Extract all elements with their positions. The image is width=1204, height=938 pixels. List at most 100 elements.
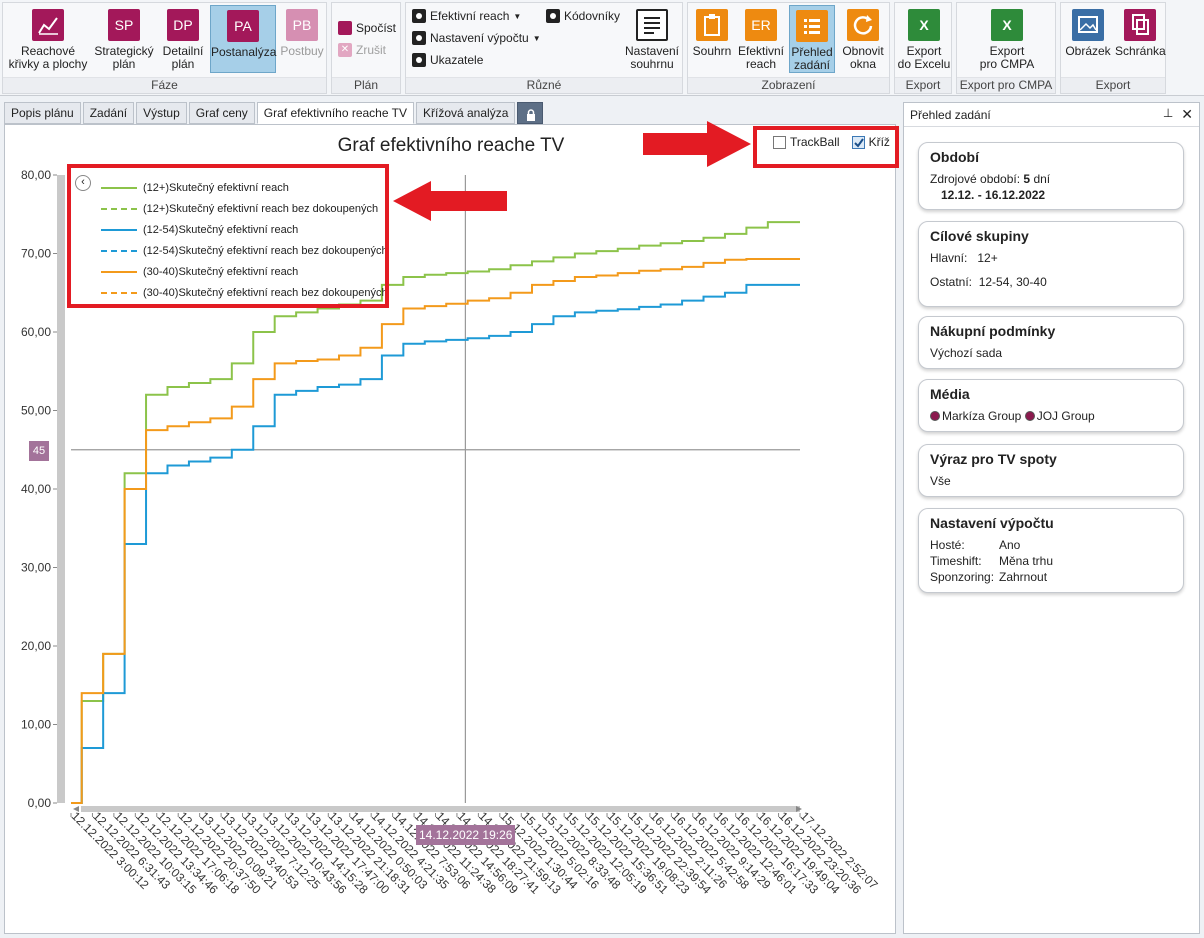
crosshair-x-tag: 14.12.2022 19:26 bbox=[416, 825, 516, 845]
er-icon: ER bbox=[745, 9, 777, 41]
zrusit-button[interactable]: ✕ Zrušit bbox=[338, 43, 386, 57]
card-cilove-skupiny: Cílové skupiny Hlavní: 12+ Ostatní: 12-5… bbox=[918, 221, 1184, 307]
card-nakupni-podminky: Nákupní podmínky Výchozí sada bbox=[918, 316, 1184, 369]
group-export: X Export do Excelu Export bbox=[894, 2, 952, 94]
legend-highlight-box bbox=[67, 164, 389, 308]
y-axis-scrollbar bbox=[57, 175, 65, 803]
tab-graf-efektivniho-reache[interactable]: Graf efektivního reache TV bbox=[256, 102, 414, 124]
spocist-button[interactable]: Spočíst bbox=[338, 21, 396, 35]
y-tick-label: 70,00 bbox=[21, 247, 51, 261]
tab-lock[interactable] bbox=[517, 102, 544, 124]
cilove-ostatni-value: 12-54, 30-40 bbox=[978, 275, 1047, 289]
y-tick-label: 80,00 bbox=[21, 168, 51, 182]
postanalyza-icon: PA bbox=[227, 10, 259, 42]
cancel-icon: ✕ bbox=[338, 43, 352, 57]
obrazek-button[interactable]: Obrázek bbox=[1063, 9, 1113, 58]
nastaveni-souhrnu-button[interactable]: Nastavení souhrnu bbox=[624, 9, 680, 71]
card-media: Média Markíza Group JOJ Group bbox=[918, 379, 1184, 432]
series-line bbox=[71, 221, 800, 804]
lock-icon bbox=[526, 107, 536, 121]
obnovit-okna-button[interactable]: Obnovit okna bbox=[838, 9, 888, 71]
ukazatele-button[interactable]: Ukazatele bbox=[412, 53, 483, 67]
export-cmpa-button[interactable]: X Export pro CMPA bbox=[977, 9, 1037, 71]
excel-icon: X bbox=[991, 9, 1023, 41]
kodovniky-button[interactable]: Kódovníky bbox=[546, 9, 620, 23]
dropdown-arrow-icon: ▼ bbox=[532, 33, 541, 43]
souhrn-label: Souhrn bbox=[692, 44, 732, 58]
group-ruzne: Efektivní reach ▼ Nastavení výpočtu ▼ Ukaz… bbox=[405, 2, 683, 94]
y-tick-label: 10,00 bbox=[21, 718, 51, 732]
overview-header: Přehled zadání ⊥ ✕ bbox=[904, 103, 1199, 127]
media-item: Markíza Group bbox=[942, 409, 1022, 423]
nakupni-value: Výchozí sada bbox=[930, 346, 1003, 360]
obnovit-label2: okna bbox=[849, 57, 877, 71]
efektivni-reach-view-button[interactable]: ER Efektivní reach bbox=[736, 9, 786, 71]
close-icon[interactable]: ✕ bbox=[1181, 106, 1193, 123]
gear-icon bbox=[412, 31, 426, 45]
tab-graf-ceny[interactable]: Graf ceny bbox=[188, 102, 255, 124]
reach-curves-label2: křivky a plochy bbox=[8, 57, 88, 71]
detailed-plan-icon: DP bbox=[167, 9, 199, 41]
dropdown-arrow-icon: ▼ bbox=[513, 11, 522, 21]
kodovniky-label: Kódovníky bbox=[564, 9, 621, 23]
chart-panel: Graf efektivního reache TV 0,00 10,00 20,0… bbox=[4, 121, 899, 934]
strategic-plan-button[interactable]: SP Strategický plán bbox=[93, 9, 155, 71]
media-item: JOJ Group bbox=[1036, 409, 1095, 423]
postbuy-button[interactable]: PB Postbuy bbox=[279, 9, 325, 58]
pin-icon[interactable]: ⊥ bbox=[1163, 106, 1173, 123]
reach-curves-button[interactable]: Reachové křivky a plochy bbox=[5, 9, 91, 71]
tab-vystup[interactable]: Výstup bbox=[136, 102, 187, 124]
media-dot-icon bbox=[1024, 411, 1035, 421]
schranka-button[interactable]: Schránka bbox=[1115, 9, 1166, 58]
y-tick-label: 0,00 bbox=[28, 796, 52, 810]
ribbon: Reachové křivky a plochy SP Strategický … bbox=[0, 0, 1204, 96]
nastaveni-value: Měna trhu bbox=[999, 554, 1054, 568]
detailed-label2: plán bbox=[171, 57, 195, 71]
y-tick-label: 30,00 bbox=[21, 561, 51, 575]
tab-krizova-analyza[interactable]: Křížová analýza bbox=[415, 102, 516, 124]
nastaveni-row: Sponzoring: Zahrnout bbox=[930, 569, 1172, 585]
prehled-zadani-button[interactable]: Přehled zadání bbox=[789, 5, 835, 73]
group-export2-label: Export bbox=[1061, 77, 1165, 93]
detailed-plan-button[interactable]: DP Detailní plán bbox=[158, 9, 208, 71]
tab-popis-planu[interactable]: Popis plánu bbox=[4, 102, 81, 124]
crosshair-y-tag: 45 bbox=[29, 441, 49, 461]
excel-icon: X bbox=[908, 9, 940, 41]
cilove-ostatni-label: Ostatní: bbox=[930, 275, 973, 289]
postbuy-icon: PB bbox=[286, 9, 318, 41]
obdobi-days-unit: dní bbox=[1033, 172, 1051, 186]
cilove-ostatni-row: Ostatní: 12-54, 30-40 bbox=[930, 274, 1172, 290]
nastaveni-value: Zahrnout bbox=[999, 570, 1048, 584]
media-list: Markíza Group JOJ Group bbox=[930, 408, 1172, 424]
nastaveni-row: Timeshift: Měna trhu bbox=[930, 553, 1172, 569]
souhrn-button[interactable]: Souhrn bbox=[690, 9, 734, 58]
er-label2: reach bbox=[745, 57, 777, 71]
postanalyza-button[interactable]: PA Postanalýza bbox=[210, 5, 276, 73]
card-obdobi: Období Zdrojové období: 5 dní 12.12. - 1… bbox=[918, 142, 1184, 210]
ukazatele-label: Ukazatele bbox=[430, 53, 484, 67]
arrow-to-legend bbox=[393, 181, 507, 221]
overview-title: Přehled zadání bbox=[910, 107, 991, 122]
media-title: Média bbox=[930, 386, 970, 402]
calculator-icon bbox=[338, 21, 352, 35]
card-vyraz: Výraz pro TV spoty Vše bbox=[918, 444, 1184, 497]
clipboard-icon bbox=[696, 9, 728, 41]
zrusit-label: Zrušit bbox=[356, 43, 386, 57]
nastaveni-vypoctu-dropdown[interactable]: Nastavení výpočtu ▼ bbox=[412, 31, 541, 45]
group-ruzne-label: Různé bbox=[406, 77, 682, 93]
group-faze: Reachové křivky a plochy SP Strategický … bbox=[2, 2, 327, 94]
image-icon bbox=[1072, 9, 1104, 41]
vyraz-value: Vše bbox=[930, 474, 951, 488]
nastaveni-vypoctu-label: Nastavení výpočtu bbox=[430, 31, 529, 45]
tab-strip: Popis plánu Zadání Výstup Graf ceny Graf… bbox=[4, 102, 544, 124]
cilove-hlavni-row: Hlavní: 12+ bbox=[930, 250, 1172, 266]
tab-zadani[interactable]: Zadání bbox=[82, 102, 135, 124]
prehled-label2: zadání bbox=[793, 58, 831, 72]
copy-icon bbox=[1124, 9, 1156, 41]
efektivni-reach-dropdown[interactable]: Efektivní reach ▼ bbox=[412, 9, 521, 23]
export-excel-button[interactable]: X Export do Excelu bbox=[897, 9, 951, 71]
nastaveni-key: Hosté: bbox=[930, 538, 965, 552]
vyraz-title: Výraz pro TV spoty bbox=[930, 451, 1057, 467]
export-cmpa-label2: pro CMPA bbox=[979, 57, 1035, 71]
strategic-label2: plán bbox=[112, 57, 136, 71]
